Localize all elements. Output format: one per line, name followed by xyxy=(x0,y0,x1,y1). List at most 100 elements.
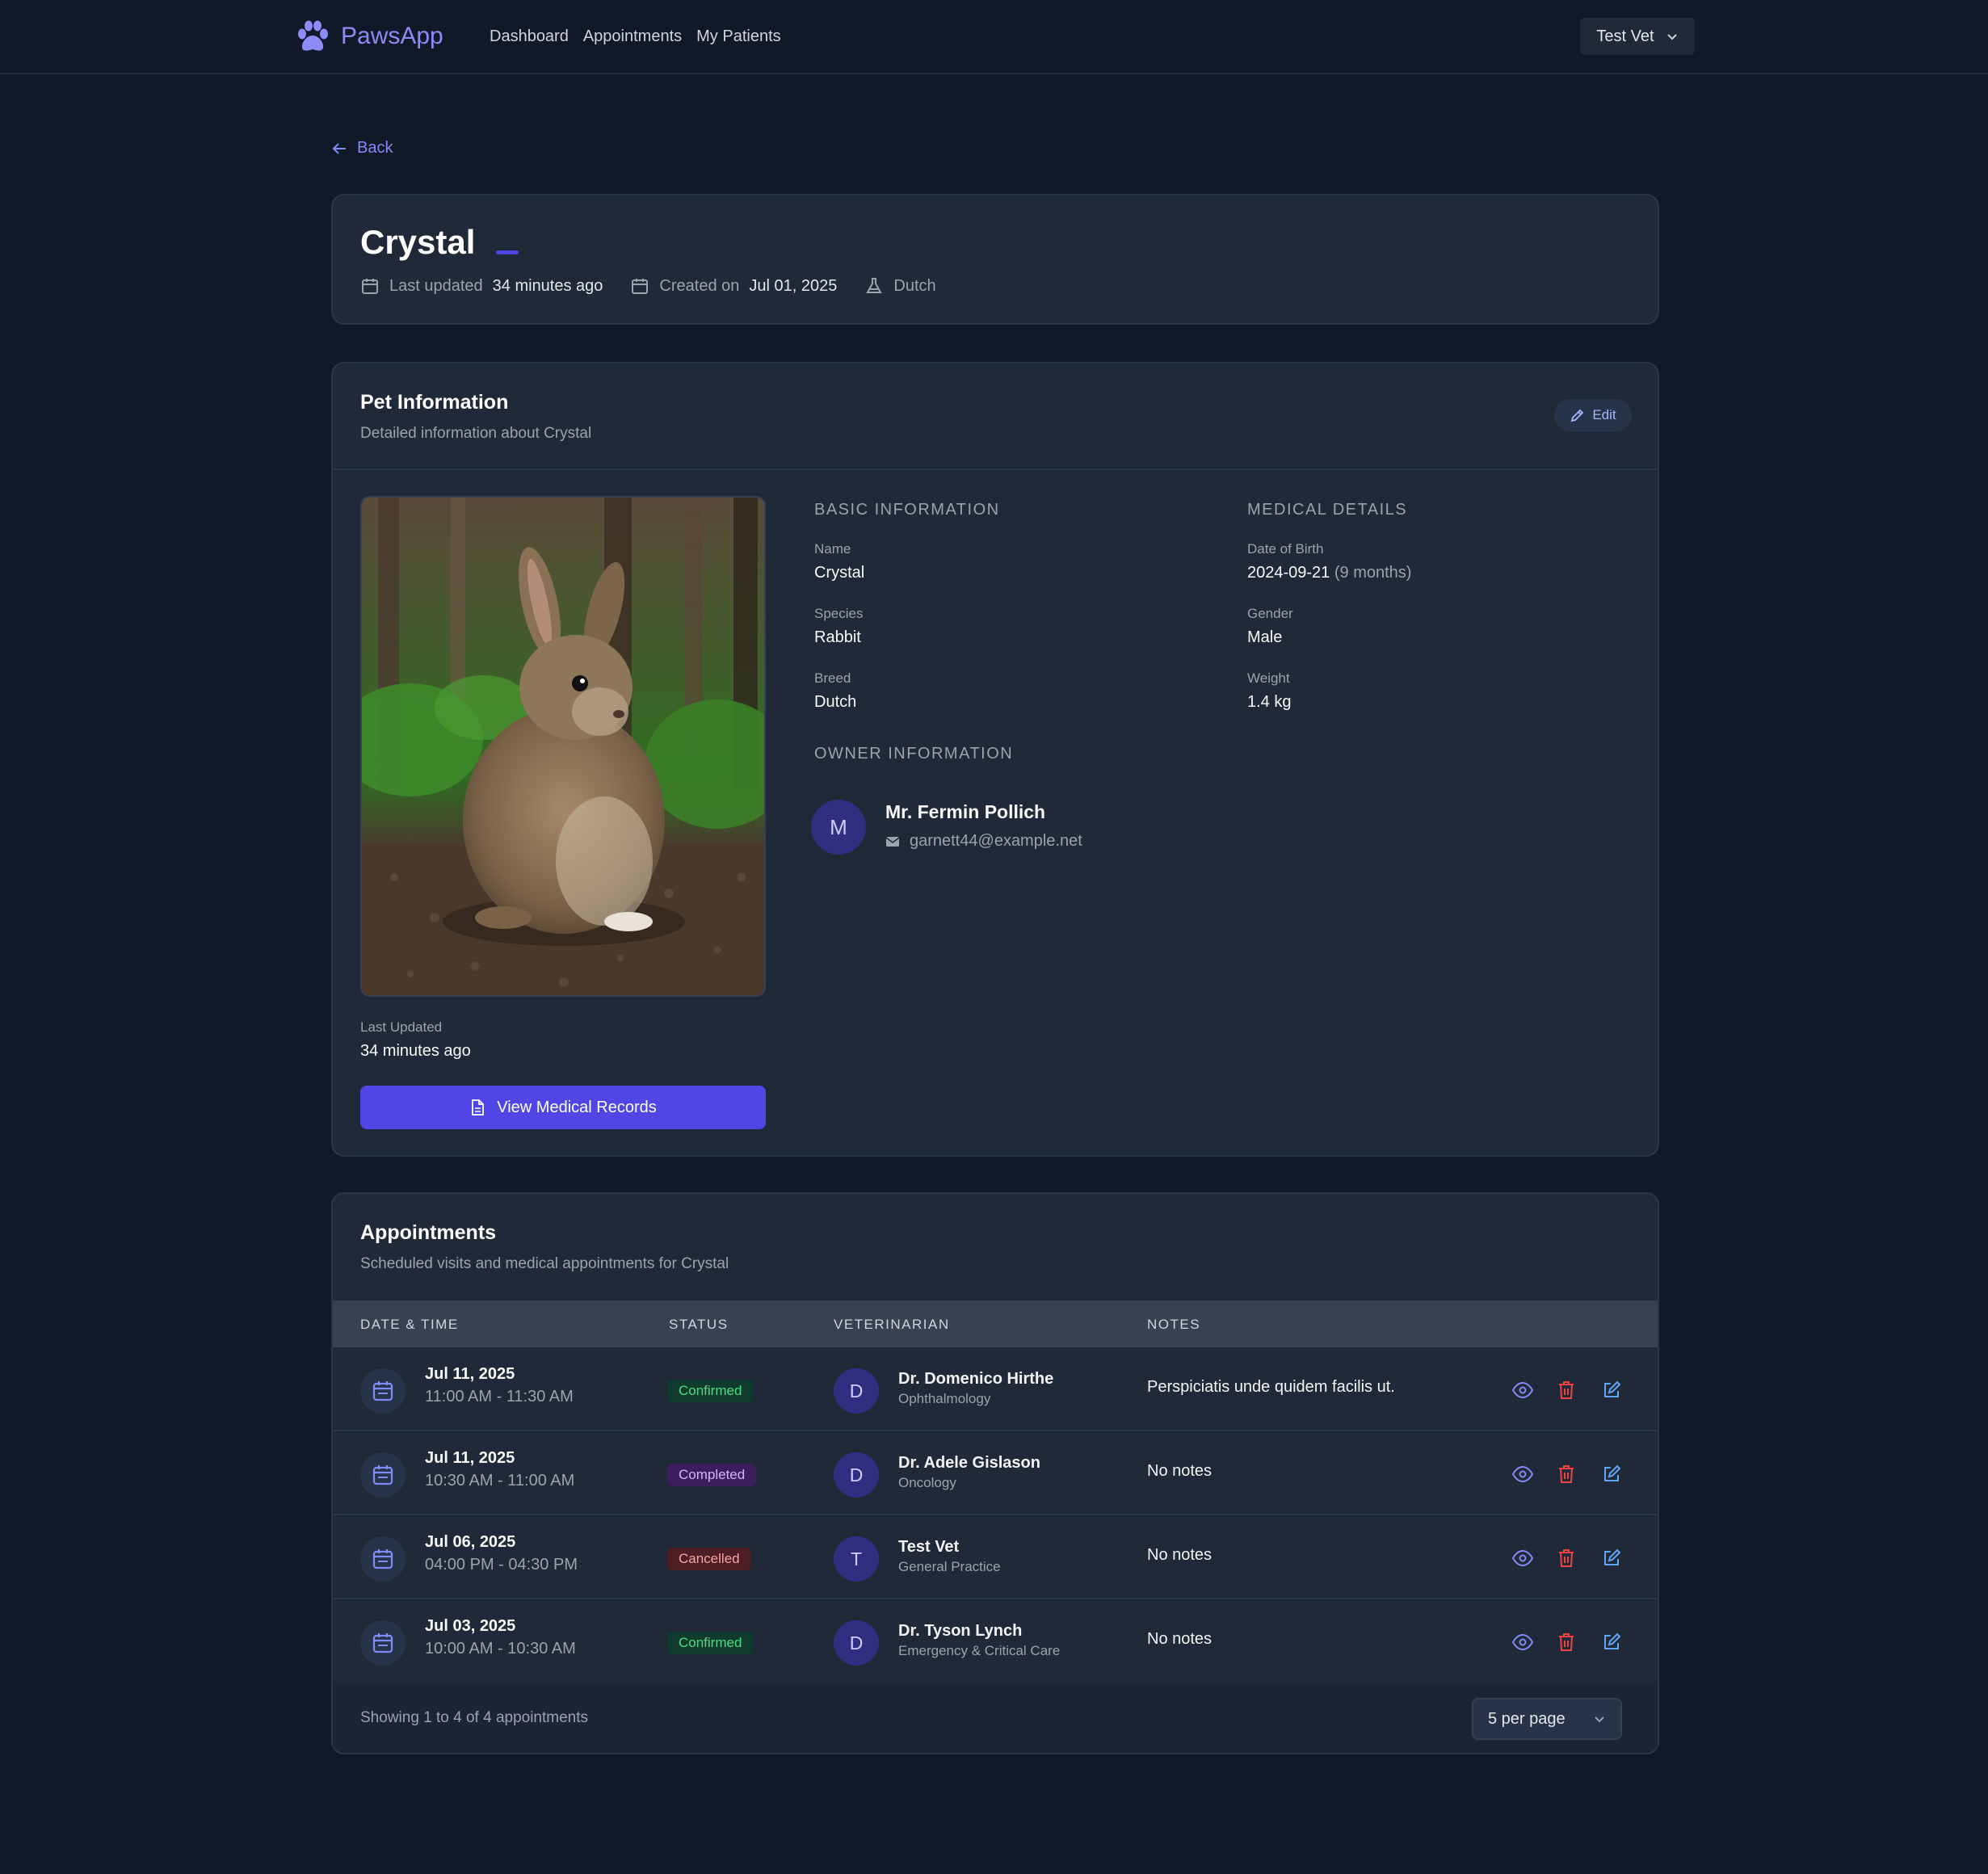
trash-icon xyxy=(1559,1465,1574,1483)
column-header-notes: NOTES xyxy=(1147,1317,1201,1332)
basic-info-heading: BASIC INFORMATION xyxy=(814,501,1000,519)
dob-date: 2024-09-21 xyxy=(1247,564,1330,582)
calendar-icon xyxy=(362,279,378,294)
section-title: Pet Information xyxy=(360,391,509,414)
appointment-time: 11:00 AM - 11:30 AM xyxy=(425,1388,574,1406)
edit-appointment-button[interactable] xyxy=(1599,1546,1624,1570)
paw-icon xyxy=(298,20,328,51)
pet-information-card: Pet Information Detailed information abo… xyxy=(331,362,1659,1157)
arrow-left-icon xyxy=(332,142,346,154)
meta-last-updated-value: 34 minutes ago xyxy=(492,276,603,295)
pagination-summary: Showing 1 to 4 of 4 appointments xyxy=(360,1709,589,1726)
view-button[interactable] xyxy=(1511,1378,1535,1402)
edit-button[interactable]: Edit xyxy=(1554,399,1632,431)
delete-button[interactable] xyxy=(1554,1546,1578,1570)
trash-icon xyxy=(1559,1549,1574,1567)
view-button[interactable] xyxy=(1511,1462,1535,1486)
user-menu-button[interactable]: Test Vet xyxy=(1580,18,1695,55)
pet-header-card: Crystal Last updated 34 minutes ago Crea… xyxy=(331,194,1659,325)
document-icon xyxy=(472,1099,485,1116)
weight-value: 1.4 kg xyxy=(1247,693,1292,711)
delete-button[interactable] xyxy=(1554,1462,1578,1486)
species-value: Rabbit xyxy=(814,628,861,646)
name-value: Crystal xyxy=(814,564,865,582)
brand-logo[interactable]: PawsApp xyxy=(294,18,443,55)
pencil-icon xyxy=(1571,409,1584,422)
nav-links: Dashboard Appointments My Patients xyxy=(490,27,781,46)
edit-icon xyxy=(1604,1548,1621,1565)
view-medical-records-button[interactable]: View Medical Records xyxy=(360,1086,766,1129)
page-title: Crystal xyxy=(360,223,476,261)
delete-button[interactable] xyxy=(1554,1630,1578,1654)
last-updated-label: Last Updated xyxy=(360,1019,443,1035)
meta-breed-value: Dutch xyxy=(893,276,936,295)
appointment-date: Jul 11, 2025 xyxy=(425,1449,515,1467)
vet-name: Test Vet xyxy=(898,1538,960,1556)
nav-link-my-patients[interactable]: My Patients xyxy=(696,27,780,46)
calendar-icon xyxy=(360,1452,406,1498)
vet-avatar: D xyxy=(834,1620,879,1666)
app-name: PawsApp xyxy=(341,23,443,49)
view-medical-records-label: View Medical Records xyxy=(497,1098,657,1116)
calendar-icon xyxy=(632,279,649,294)
owner-email[interactable]: garnett44@example.net xyxy=(885,832,1082,851)
owner-info-heading: OWNER INFORMATION xyxy=(814,745,1014,763)
edit-icon xyxy=(1604,1380,1621,1397)
vet-name: Dr. Tyson Lynch xyxy=(898,1622,1023,1640)
dob-label: Date of Birth xyxy=(1247,541,1324,557)
mail-icon xyxy=(885,836,900,847)
edit-appointment-button[interactable] xyxy=(1599,1378,1624,1402)
status-badge: Confirmed xyxy=(667,1380,754,1402)
breed-value: Dutch xyxy=(814,693,857,711)
edit-appointment-button[interactable] xyxy=(1599,1630,1624,1654)
appointment-notes: No notes xyxy=(1147,1630,1213,1648)
calendar-icon xyxy=(360,1620,406,1666)
status-badge: Confirmed xyxy=(667,1632,754,1654)
section-subtitle: Detailed information about Crystal xyxy=(360,425,592,442)
vet-name: Dr. Adele Gislason xyxy=(898,1454,1040,1472)
eye-icon xyxy=(1512,1550,1533,1566)
delete-button[interactable] xyxy=(1554,1378,1578,1402)
table-row: Jul 03, 2025 10:00 AM - 10:30 AM Confirmed… xyxy=(333,1599,1658,1683)
appointment-time: 04:00 PM - 04:30 PM xyxy=(425,1556,578,1574)
vet-avatar: D xyxy=(834,1452,879,1498)
medical-details-heading: MEDICAL DETAILS xyxy=(1247,501,1408,519)
table-header: DATE & TIME STATUS VETERINARIAN NOTES xyxy=(333,1300,1658,1347)
species-label: Species xyxy=(814,606,864,621)
appointment-date: Jul 06, 2025 xyxy=(425,1533,516,1551)
back-label: Back xyxy=(357,139,393,157)
appointments-subtitle: Scheduled visits and medical appointment… xyxy=(360,1255,729,1272)
eye-icon xyxy=(1512,1634,1533,1650)
dob-value: 2024-09-21 (9 months) xyxy=(1247,564,1411,582)
vet-name: Dr. Domenico Hirthe xyxy=(898,1370,1054,1388)
gender-value: Male xyxy=(1247,628,1283,646)
appointment-date: Jul 03, 2025 xyxy=(425,1617,516,1635)
edit-icon xyxy=(1604,1632,1621,1649)
vet-specialty: Emergency & Critical Care xyxy=(898,1643,1061,1658)
top-navbar: PawsApp Dashboard Appointments My Patien… xyxy=(0,0,1988,74)
appointments-title: Appointments xyxy=(360,1221,497,1244)
meta-last-updated-label: Last updated xyxy=(389,276,483,295)
meta-last-updated: Last updated 34 minutes ago xyxy=(360,276,603,296)
back-link[interactable]: Back xyxy=(331,139,393,158)
status-badge: Cancelled xyxy=(667,1548,751,1570)
edit-label: Edit xyxy=(1592,407,1616,422)
view-button[interactable] xyxy=(1511,1546,1535,1570)
view-button[interactable] xyxy=(1511,1630,1535,1654)
nav-link-appointments[interactable]: Appointments xyxy=(583,27,682,46)
meta-created: Created on Jul 01, 2025 xyxy=(630,276,837,296)
calendar-icon xyxy=(360,1536,406,1582)
nav-link-dashboard[interactable]: Dashboard xyxy=(490,27,569,46)
per-page-select[interactable]: 5 per page xyxy=(1472,1698,1622,1740)
status-badge: Completed xyxy=(667,1464,757,1486)
vet-avatar: T xyxy=(834,1536,879,1582)
per-page-value: 5 per page xyxy=(1488,1709,1566,1728)
breed-label: Breed xyxy=(814,670,851,686)
meta-breed: Dutch xyxy=(864,276,936,296)
appointments-card: Appointments Scheduled visits and medica… xyxy=(331,1192,1659,1754)
meta-created-value: Jul 01, 2025 xyxy=(749,276,838,295)
chevron-down-icon xyxy=(1666,34,1677,40)
edit-appointment-button[interactable] xyxy=(1599,1462,1624,1486)
meta-created-label: Created on xyxy=(659,276,740,295)
edit-icon xyxy=(1604,1464,1621,1481)
